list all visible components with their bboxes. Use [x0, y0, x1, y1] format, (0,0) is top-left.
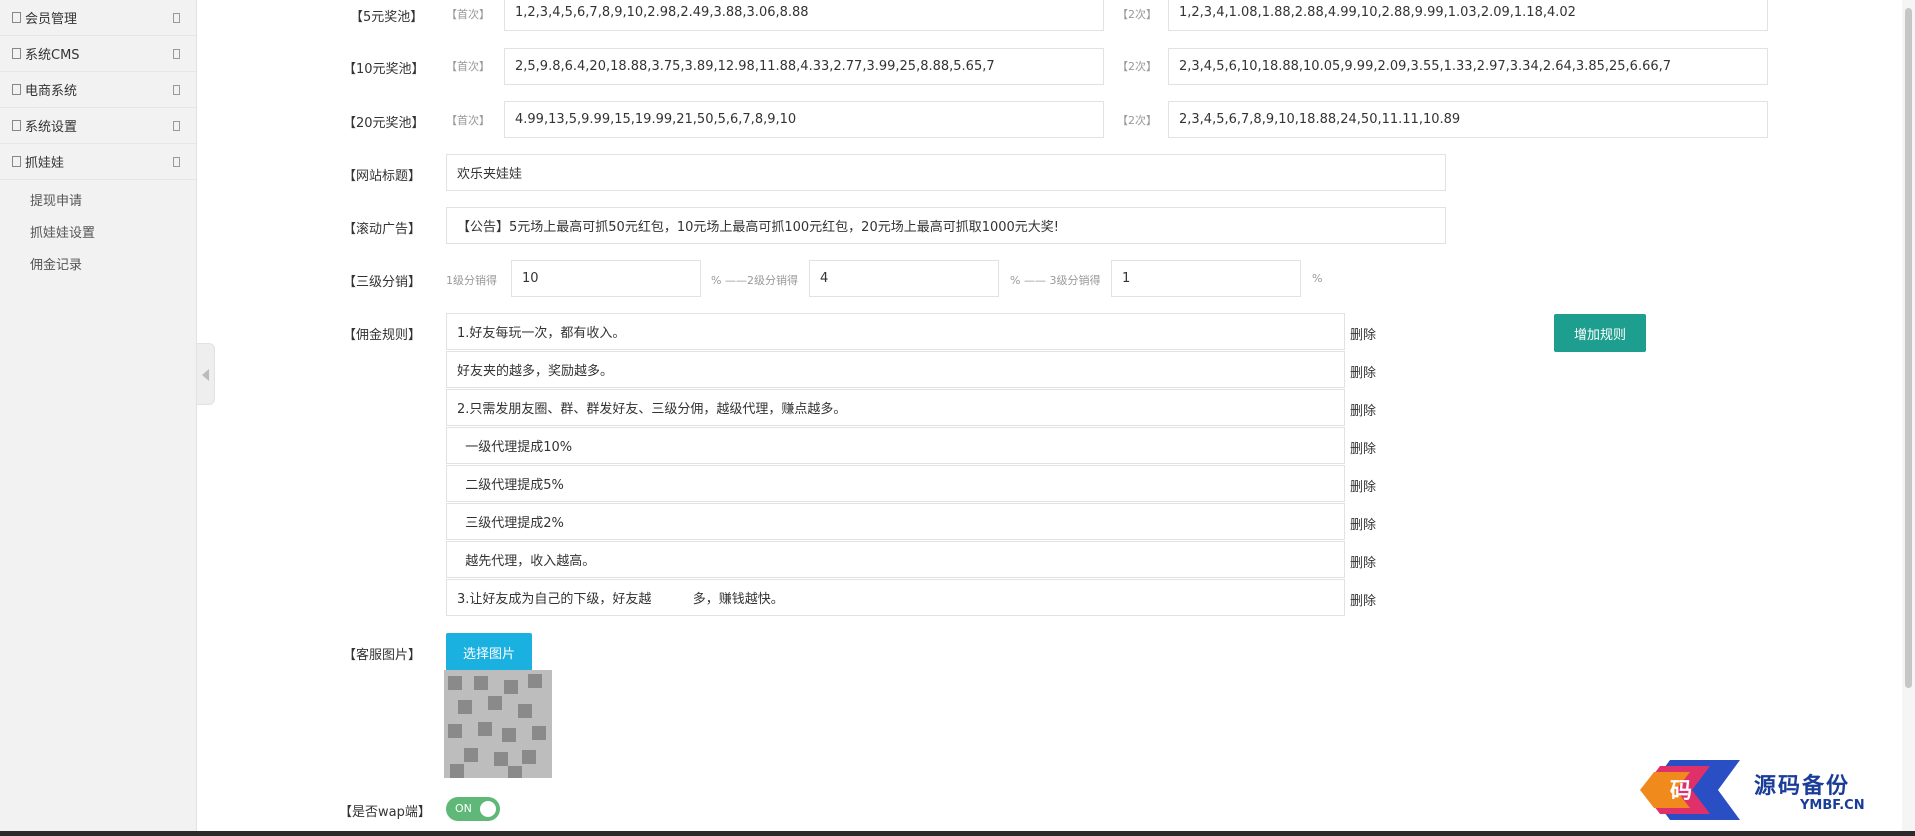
menu-icon [12, 48, 21, 59]
sidebar: 会员管理 系统CMS 电商系统 系统设置 抓娃娃 提现申请 抓娃娃设置 佣金记录 [0, 0, 197, 836]
pool10-second-tag: 【2次】 [1117, 60, 1157, 73]
wap-label: 【是否wap端】 [339, 805, 431, 820]
rule-input[interactable]: 二级代理提成5% [446, 465, 1345, 502]
sidebar-item-settings[interactable]: 系统设置 [0, 108, 196, 144]
pool20-second-input[interactable]: 2,3,4,5,6,7,8,9,10,18.88,24,50,11.11,10.… [1168, 101, 1768, 138]
pool10-second-input[interactable]: 2,3,4,5,6,10,18.88,10.05,9.99,2.09,3.55,… [1168, 48, 1768, 85]
watermark-logo: 码 源码备份 YMBF.CN [1630, 756, 1912, 824]
vertical-scrollbar[interactable] [1902, 0, 1915, 836]
level1-input[interactable]: 10 [511, 260, 701, 297]
rule-input[interactable]: 三级代理提成2% [446, 503, 1345, 540]
pool20-first-input[interactable]: 4.99,13,5,9.99,15,19.99,21,50,5,6,7,8,9,… [504, 101, 1104, 138]
level3-tag: % —— 3级分销得 [1010, 274, 1101, 287]
rule-input[interactable]: 一级代理提成10% [446, 427, 1345, 464]
level3-percent: % [1312, 272, 1323, 285]
sidebar-subitem-commission-log[interactable]: 佣金记录 [0, 250, 196, 282]
pool5-first-tag: 【首次】 [446, 8, 490, 21]
sidebar-item-label: 系统CMS [25, 48, 80, 63]
sidebar-item-label: 会员管理 [25, 12, 78, 27]
sidebar-item-label: 抓娃娃 [25, 156, 65, 171]
sidebar-subitem-claw-settings[interactable]: 抓娃娃设置 [0, 218, 196, 250]
pool5-second-input[interactable]: 1,2,3,4,1.08,1.88,2.88,4.99,10,2.88,9.99… [1168, 0, 1768, 31]
watermark-cn-text: 源码备份 [1754, 774, 1851, 799]
menu-icon [12, 84, 21, 95]
watermark-en-text: YMBF.CN [1800, 798, 1865, 813]
scroll-ad-label: 【滚动广告】 [343, 222, 422, 237]
distribution-label: 【三级分销】 [343, 275, 422, 290]
sidebar-subitem-withdraw[interactable]: 提现申请 [0, 186, 196, 218]
pool10-label: 【10元奖池】 [343, 62, 425, 77]
pool10-first-tag: 【首次】 [446, 60, 490, 73]
scroll-ad-input[interactable]: 【公告】5元场上最高可抓50元红包，10元场上最高可抓100元红包，20元场上最… [446, 207, 1446, 244]
scrollbar-thumb[interactable] [1905, 8, 1912, 688]
rule-input[interactable]: 越先代理，收入越高。 [446, 541, 1345, 578]
pool20-label: 【20元奖池】 [343, 116, 425, 131]
rule-delete-link[interactable]: 删除 [1350, 438, 1376, 457]
rule-input[interactable]: 好友夹的越多，奖励越多。 [446, 351, 1345, 388]
sidebar-item-claw[interactable]: 抓娃娃 [0, 144, 196, 180]
choose-image-button[interactable]: 选择图片 [446, 633, 532, 671]
sidebar-collapse-handle[interactable] [197, 343, 215, 405]
pool20-first-tag: 【首次】 [446, 114, 490, 127]
collapse-arrow-icon [202, 369, 209, 381]
site-title-label: 【网站标题】 [343, 169, 422, 184]
rule-input[interactable]: 1.好友每玩一次，都有收入。 [446, 313, 1345, 350]
qr-code-image [444, 670, 552, 778]
add-rule-button[interactable]: 增加规则 [1554, 314, 1646, 352]
sidebar-item-member[interactable]: 会员管理 [0, 0, 196, 36]
toggle-knob [480, 801, 496, 817]
commission-label: 【佣金规则】 [343, 328, 422, 343]
service-image-label: 【客服图片】 [343, 648, 422, 663]
rule-delete-link[interactable]: 删除 [1350, 552, 1376, 571]
menu-icon [12, 120, 21, 131]
pool5-second-tag: 【2次】 [1117, 8, 1157, 21]
sidebar-item-label: 系统设置 [25, 120, 78, 135]
bottom-bar [0, 831, 1915, 836]
menu-icon [12, 12, 21, 23]
expand-icon [173, 49, 180, 59]
pool10-first-input[interactable]: 2,5,9.8,6.4,20,18.88,3.75,3.89,12.98,11.… [504, 48, 1104, 85]
level1-tag: 1级分销得 [446, 274, 497, 287]
rule-delete-link[interactable]: 删除 [1350, 400, 1376, 419]
expand-icon [173, 85, 180, 95]
sidebar-item-label: 电商系统 [25, 84, 78, 99]
sidebar-item-ecommerce[interactable]: 电商系统 [0, 72, 196, 108]
expand-icon [173, 121, 180, 131]
level2-tag: % ——2级分销得 [711, 274, 798, 287]
logo-mark-icon: 码 [1640, 760, 1740, 820]
level3-input[interactable]: 1 [1111, 260, 1301, 297]
rule-delete-link[interactable]: 删除 [1350, 476, 1376, 495]
expand-icon [173, 157, 180, 167]
pool20-second-tag: 【2次】 [1117, 114, 1157, 127]
site-title-input[interactable]: 欢乐夹娃娃 [446, 154, 1446, 191]
rule-input[interactable]: 2.只需发朋友圈、群、群发好友、三级分佣，越级代理，赚点越多。 [446, 389, 1345, 426]
svg-text:码: 码 [1670, 778, 1692, 804]
wap-toggle[interactable]: ON [446, 797, 500, 821]
rule-delete-link[interactable]: 删除 [1350, 362, 1376, 381]
rule-delete-link[interactable]: 删除 [1350, 514, 1376, 533]
rule-delete-link[interactable]: 删除 [1350, 324, 1376, 343]
sidebar-item-cms[interactable]: 系统CMS [0, 36, 196, 72]
toggle-text: ON [455, 802, 472, 815]
expand-icon [173, 13, 180, 23]
level2-input[interactable]: 4 [809, 260, 999, 297]
menu-icon [12, 156, 21, 167]
pool5-label: 【5元奖池】 [350, 10, 424, 25]
rule-delete-link[interactable]: 删除 [1350, 590, 1376, 609]
rule-input[interactable]: 3.让好友成为自己的下级，好友越 多，赚钱越快。 [446, 579, 1345, 616]
pool5-first-input[interactable]: 1,2,3,4,5,6,7,8,9,10,2.98,2.49,3.88,3.06… [504, 0, 1104, 31]
